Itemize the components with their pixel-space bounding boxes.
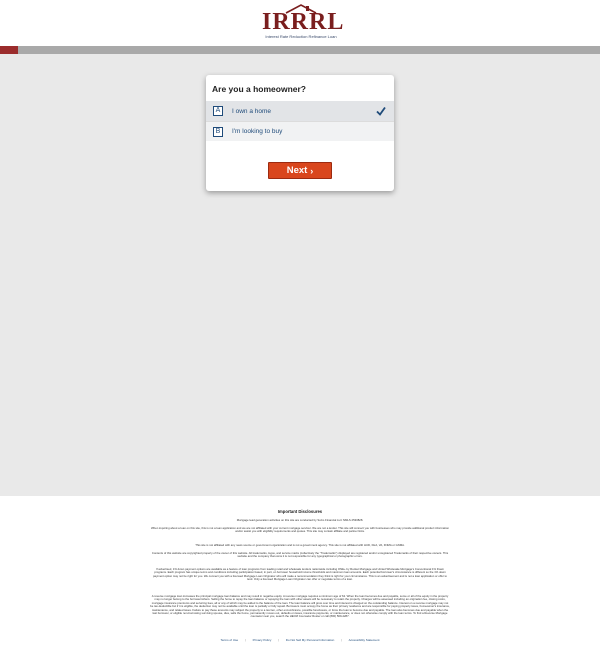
option-label: I own a home bbox=[232, 107, 272, 115]
do-not-sell-link[interactable]: Do Not Sell My Personal Information bbox=[286, 638, 335, 642]
next-button[interactable]: Next › bbox=[268, 162, 332, 179]
disclosure-paragraph: A reverse mortgage loan increases the pr… bbox=[150, 594, 450, 619]
disclosure-paragraph: This site is not affiliated with any new… bbox=[195, 543, 405, 547]
chevron-right-icon: › bbox=[310, 165, 314, 176]
privacy-policy-link[interactable]: Privacy Policy bbox=[253, 638, 272, 642]
terms-of-use-link[interactable]: Terms of Use bbox=[221, 638, 239, 642]
irrrl-logo[interactable]: IRRRL Interest Rate Reduction Refinance … bbox=[262, 4, 345, 40]
question-card: Are you a homeowner? A I own a home B I'… bbox=[206, 75, 394, 191]
option-looking-to-buy[interactable]: B I'm looking to buy bbox=[206, 121, 394, 141]
option-letter: A bbox=[213, 106, 223, 116]
option-letter: B bbox=[213, 126, 223, 137]
link-separator: | bbox=[278, 638, 279, 642]
main-area: Are you a homeowner? A I own a home B I'… bbox=[0, 54, 600, 496]
accessibility-statement-link[interactable]: Accessibility Statement bbox=[349, 638, 380, 642]
progress-bar bbox=[0, 46, 600, 54]
disclosure-paragraph: Contents of this website are copyrighted… bbox=[151, 551, 449, 559]
disclosures-footer: Important Disclosures Mortgage lead gene… bbox=[0, 496, 600, 656]
question-title: Are you a homeowner? bbox=[212, 84, 306, 94]
footer-links: Terms of Use | Privacy Policy | Do Not S… bbox=[0, 638, 600, 642]
disclosure-paragraph: When inquiring about a loan on this site… bbox=[150, 526, 450, 534]
next-button-label: Next bbox=[286, 165, 308, 176]
logo-subtitle: Interest Rate Reduction Refinance Loan bbox=[265, 34, 337, 39]
disclosure-paragraph: Mortgage lead generation activities on t… bbox=[236, 518, 364, 522]
link-separator: | bbox=[245, 638, 246, 642]
progress-bar-fill bbox=[0, 46, 18, 54]
option-own-home[interactable]: A I own a home bbox=[206, 101, 394, 121]
option-label: I'm looking to buy bbox=[232, 128, 283, 135]
disclosures-title: Important Disclosures bbox=[277, 509, 323, 514]
link-separator: | bbox=[341, 638, 342, 642]
checkmark-icon bbox=[376, 106, 386, 116]
site-header: IRRRL Interest Rate Reduction Refinance … bbox=[0, 0, 600, 46]
logo-wordmark: IRRRL bbox=[262, 9, 345, 35]
disclosure-paragraph: If advertised, 1% down payment options a… bbox=[153, 567, 447, 582]
